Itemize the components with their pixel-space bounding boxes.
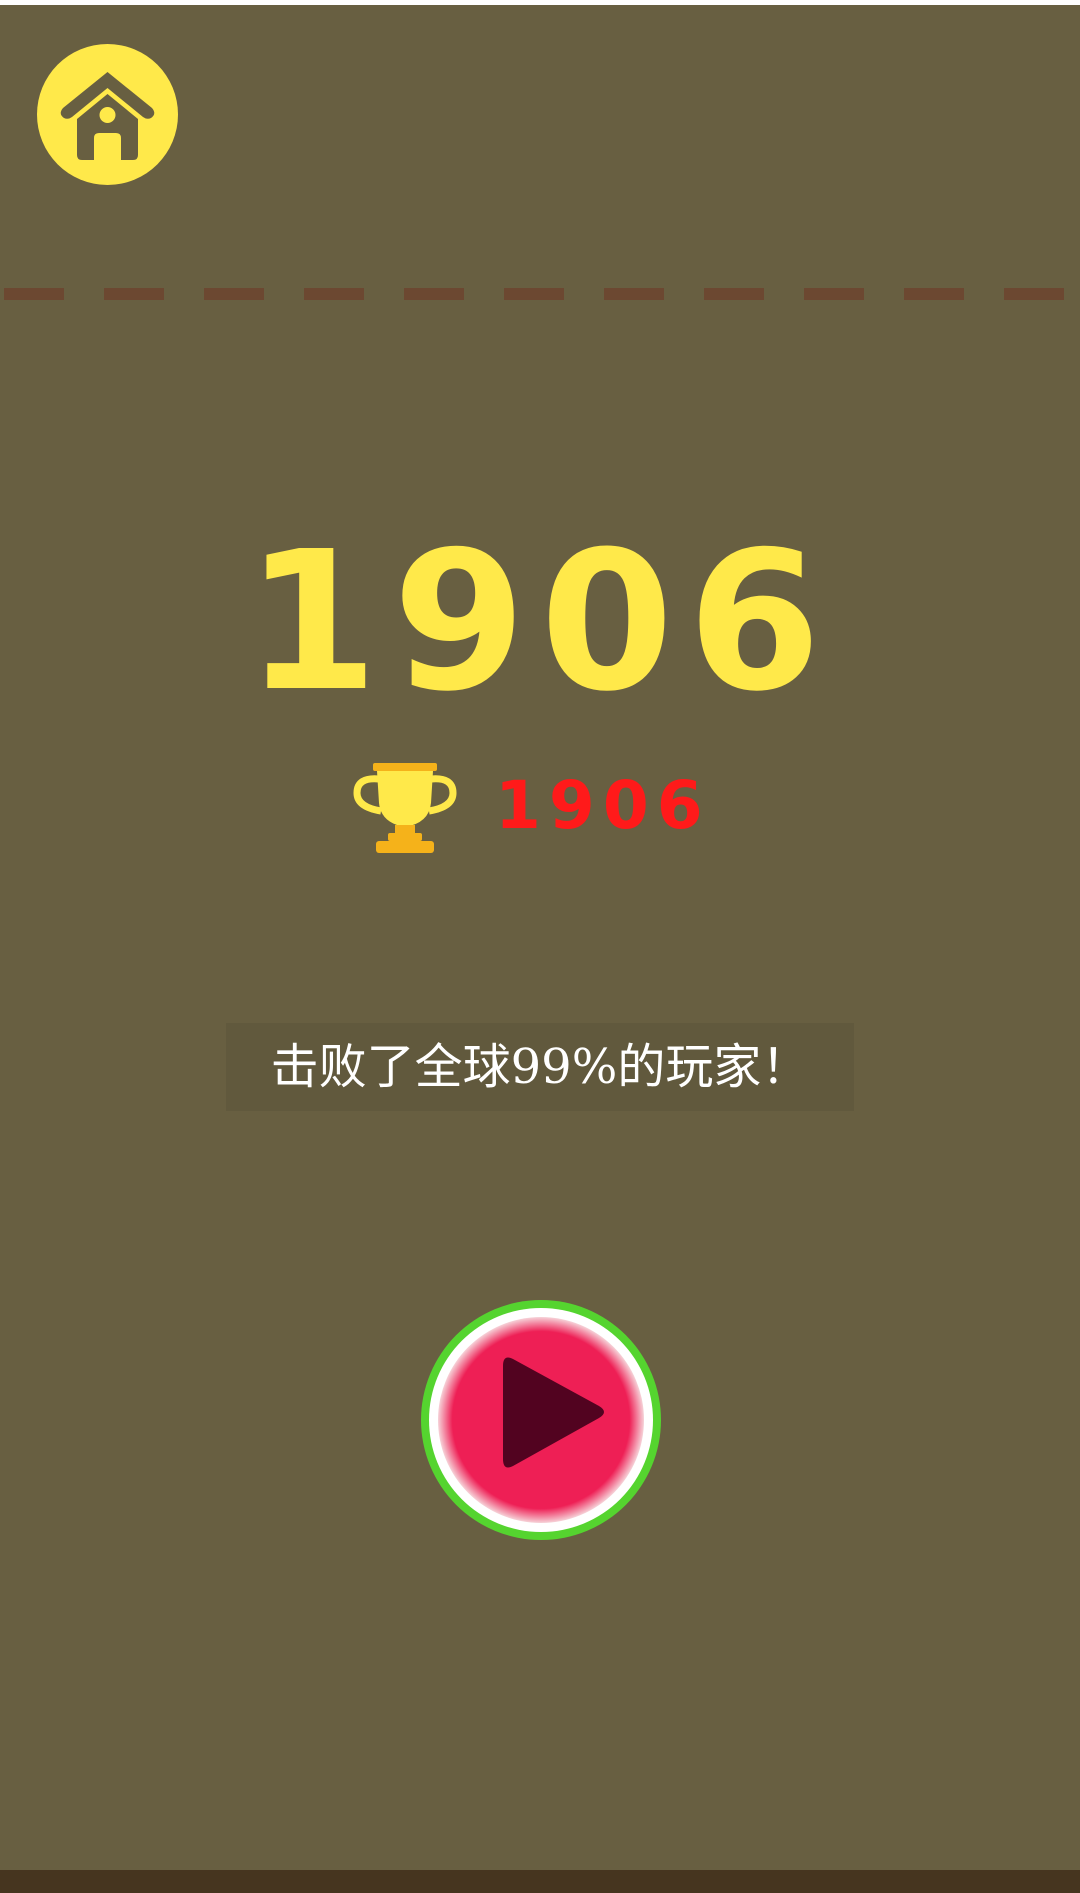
bottom-strip: [0, 1870, 1080, 1893]
current-score: 1906: [244, 511, 836, 734]
result-message-box: 击败了全球99%的玩家！: [226, 1023, 854, 1111]
game-over-screen: 1906 1906 击败了全球99%的玩家！: [0, 0, 1080, 1893]
play-icon: [421, 1300, 661, 1540]
game-area: 1906 1906 击败了全球99%的玩家！: [0, 5, 1080, 1870]
trophy-icon: [353, 763, 457, 853]
play-again-button[interactable]: [417, 1296, 665, 1544]
result-message: 击败了全球99%的玩家！: [270, 1039, 810, 1095]
best-score-row: 1906: [345, 751, 725, 861]
home-button[interactable]: [37, 44, 178, 185]
best-score: 1906: [495, 767, 711, 844]
deadline-dashed-line: [4, 288, 1080, 300]
home-icon: [60, 72, 155, 160]
